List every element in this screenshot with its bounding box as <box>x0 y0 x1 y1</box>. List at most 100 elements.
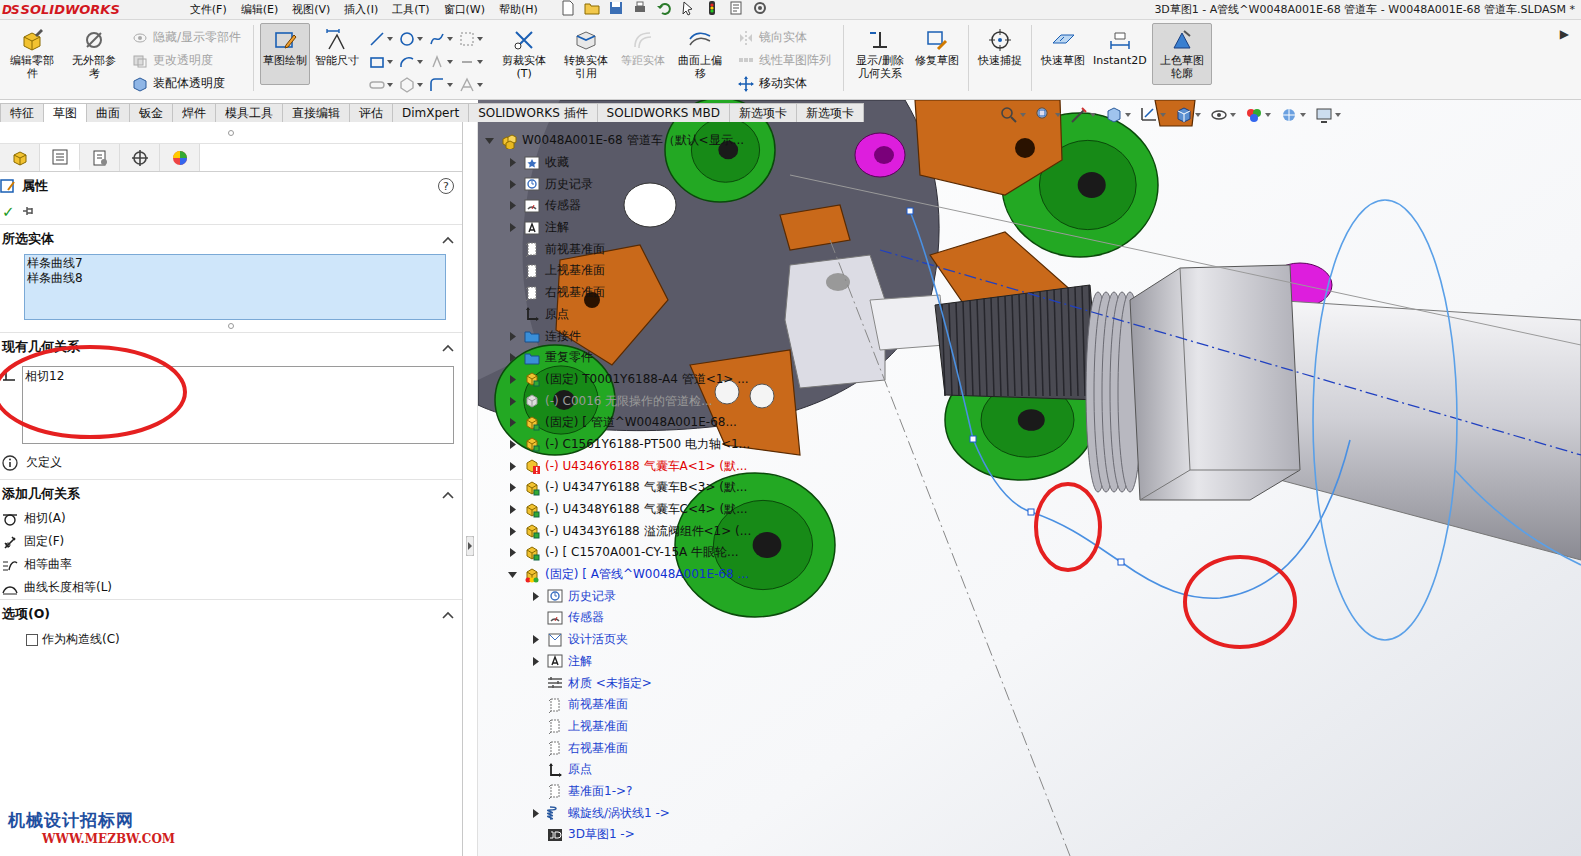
toolbar-button[interactable] <box>584 0 600 19</box>
expand-toggle[interactable] <box>524 592 547 601</box>
view-tool[interactable] <box>1245 106 1271 124</box>
toolbar-button[interactable] <box>560 0 576 19</box>
expand-toggle[interactable] <box>501 201 524 210</box>
expand-toggle[interactable] <box>501 418 524 427</box>
toolbar-button[interactable] <box>680 0 696 19</box>
expand-toggle[interactable] <box>524 635 547 644</box>
expand-toggle[interactable] <box>501 332 524 341</box>
add-relation-button[interactable]: 曲线长度相等(L) <box>0 576 462 599</box>
command-tab[interactable]: SOLIDWORKS 插件 <box>468 103 597 122</box>
tree-item[interactable]: 右视基准面 <box>478 282 1581 304</box>
ribbon-expand-button[interactable]: ▶ <box>1550 23 1579 45</box>
add-relation-button[interactable]: 相等曲率 <box>0 553 462 576</box>
view-tool[interactable] <box>1035 106 1061 124</box>
sketch-tool[interactable] <box>368 27 398 50</box>
sketch-tool[interactable] <box>458 50 488 73</box>
tree-item[interactable]: 螺旋线/涡状线1 -> <box>478 802 1581 824</box>
menu-item[interactable]: 插入(I) <box>344 2 378 17</box>
tree-item[interactable]: 传感器 <box>478 607 1581 629</box>
ribbon-button[interactable]: 智能尺寸 <box>312 23 362 85</box>
tree-item[interactable]: (固定) [ A管线^W0048A001E-68 ... <box>478 564 1581 586</box>
tree-item[interactable]: W0048A001E-68 管道车（默认<显示... <box>478 130 1581 152</box>
tree-item[interactable]: 上视基准面 <box>478 260 1581 282</box>
command-tab[interactable]: 特征 <box>0 103 44 122</box>
relation-item[interactable]: 相切12 <box>25 369 451 384</box>
graphics-area[interactable] <box>478 100 1581 856</box>
tree-item[interactable]: (-) U4347Y6188 气囊车B<3> (默... <box>478 477 1581 499</box>
command-tab[interactable]: 曲面 <box>86 103 130 122</box>
expand-toggle[interactable] <box>501 223 524 232</box>
ribbon-button[interactable]: 修复草图 <box>912 23 962 85</box>
ribbon-button[interactable]: 快速草图 <box>1038 23 1088 85</box>
tree-item[interactable]: (固定) T0001Y6188-A4 管道<1> ... <box>478 369 1581 391</box>
tree-item[interactable]: 传感器 <box>478 195 1581 217</box>
command-tab[interactable]: SOLIDWORKS MBD <box>597 103 730 122</box>
expand-toggle[interactable] <box>501 180 524 189</box>
menu-item[interactable]: 帮助(H) <box>499 2 538 17</box>
tree-item[interactable]: (-) [ C1570A001-CY-15A 牛眼轮... <box>478 542 1581 564</box>
expand-toggle[interactable] <box>501 462 524 471</box>
tree-item[interactable]: 3D草图1 -> <box>478 824 1581 846</box>
list-resize-handle[interactable] <box>0 320 462 332</box>
view-tool[interactable] <box>1315 106 1341 124</box>
view-tool[interactable] <box>1140 106 1166 124</box>
construction-option[interactable]: 作为构造线(C) <box>0 627 462 648</box>
tree-item[interactable]: 注解 <box>478 217 1581 239</box>
ribbon-button[interactable]: 编辑零部件 <box>2 23 62 85</box>
command-tab[interactable]: 新选项卡 <box>729 103 797 122</box>
view-tool[interactable] <box>1210 106 1236 124</box>
tree-item[interactable]: 设计活页夹 <box>478 629 1581 651</box>
tree-item[interactable]: 收藏 <box>478 152 1581 174</box>
construction-checkbox[interactable] <box>26 634 38 646</box>
ribbon-button[interactable]: 快速捕捉 <box>975 23 1025 85</box>
tree-item[interactable]: 重复零件 <box>478 347 1581 369</box>
tree-item[interactable]: 历史记录 <box>478 173 1581 195</box>
expand-toggle[interactable] <box>501 483 524 492</box>
toolbar-button[interactable] <box>704 0 720 19</box>
ribbon-button[interactable]: 曲面上偏移 <box>670 23 730 85</box>
expand-toggle[interactable] <box>524 809 547 818</box>
expand-toggle[interactable] <box>501 505 524 514</box>
view-tool[interactable] <box>1000 106 1026 124</box>
command-tab[interactable]: 模具工具 <box>215 103 283 122</box>
menu-item[interactable]: 工具(T) <box>392 2 429 17</box>
ok-button[interactable]: ✓ <box>0 203 15 221</box>
toolbar-button[interactable] <box>656 0 672 19</box>
tree-item[interactable]: (-) U4348Y6188 气囊车C<4> (默... <box>478 499 1581 521</box>
ribbon-small-button[interactable]: 线性草图阵列 <box>738 52 831 69</box>
command-tab[interactable]: 钣金 <box>129 103 173 122</box>
add-relation-button[interactable]: 固定(F) <box>0 530 462 553</box>
ribbon-button[interactable]: 无外部参考 <box>64 23 124 85</box>
command-tab[interactable]: 直接编辑 <box>282 103 350 122</box>
toolbar-button[interactable] <box>728 0 744 19</box>
menu-item[interactable]: 文件(F) <box>190 2 227 17</box>
tree-item[interactable]: 原点 <box>478 759 1581 781</box>
command-tab[interactable]: 焊件 <box>172 103 216 122</box>
tree-item[interactable]: (-) C1561Y6188-PT500 电力轴<1... <box>478 434 1581 456</box>
menu-item[interactable]: 视图(V) <box>292 2 330 17</box>
expand-toggle[interactable] <box>524 657 547 666</box>
ribbon-button[interactable]: 上色草图轮廓 <box>1152 23 1212 85</box>
panel-tab[interactable] <box>160 144 200 171</box>
ribbon-button[interactable]: 剪裁实体(T) <box>494 23 554 85</box>
sketch-tool[interactable] <box>428 27 458 50</box>
toolbar-button[interactable] <box>752 0 768 19</box>
ribbon-small-button[interactable]: 装配体透明度 <box>132 75 241 92</box>
toolbar-button[interactable] <box>632 0 648 19</box>
tree-item[interactable]: 基准面1->? <box>478 781 1581 803</box>
sketch-tool[interactable] <box>368 73 398 96</box>
menu-item[interactable]: 编辑(E) <box>241 2 279 17</box>
command-tab[interactable]: DimXpert <box>392 103 469 122</box>
add-relation-button[interactable]: 相切(A) <box>0 507 462 530</box>
view-tool[interactable] <box>1280 106 1306 124</box>
tree-item[interactable]: 连接件 <box>478 325 1581 347</box>
ribbon-small-button[interactable]: 隐藏/显示零部件 <box>132 29 241 46</box>
tree-item[interactable]: (-) U4343Y6188 溢流阀组件<1> (... <box>478 520 1581 542</box>
expand-toggle[interactable] <box>501 158 524 167</box>
expand-toggle[interactable] <box>478 136 501 145</box>
ribbon-small-button[interactable]: 更改透明度 <box>132 52 241 69</box>
sketch-tool[interactable] <box>398 50 428 73</box>
ribbon-button[interactable]: 等距实体 <box>618 23 668 85</box>
sketch-tool[interactable] <box>368 50 398 73</box>
expand-toggle[interactable] <box>501 548 524 557</box>
